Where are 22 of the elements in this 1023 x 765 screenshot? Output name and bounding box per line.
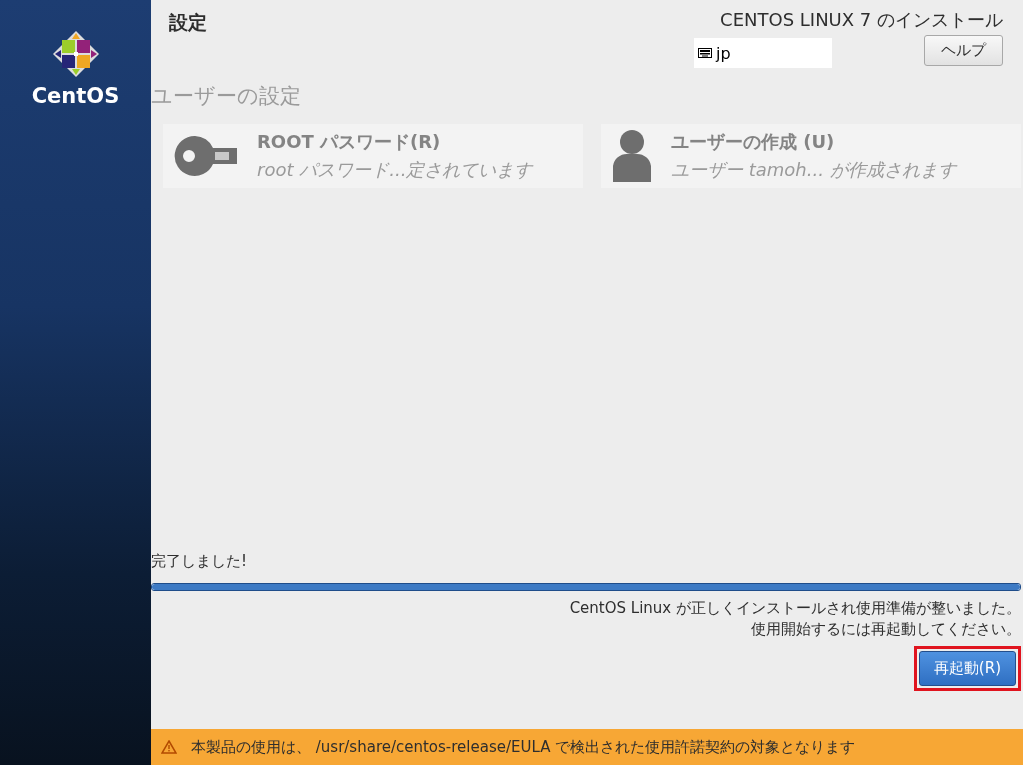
spoke-status: ユーザー tamoh... が作成されます (671, 158, 956, 182)
keyboard-icon (698, 48, 712, 58)
spoke-title: ROOT パスワード(R) (257, 130, 442, 154)
page-title: 設定 (169, 10, 207, 35)
completion-message: 使用開始するには再起動してください。 (750, 619, 1021, 640)
progress-status: 完了しました! (151, 552, 248, 571)
completion-message: CentOS Linux が正しくインストールされ使用準備が整いました。 (568, 598, 1021, 619)
keyboard-layout-indicator[interactable]: jp (694, 38, 832, 68)
user-icon (611, 130, 653, 182)
help-button[interactable]: ヘルプ (924, 35, 1003, 66)
reboot-button[interactable]: 再起動(R) (918, 651, 1016, 686)
section-title: ユーザーの設定 (151, 83, 302, 110)
logo-icon (51, 30, 100, 78)
spoke-title: ユーザーの作成 (U) (671, 130, 836, 154)
warning-icon (161, 740, 177, 754)
settings-spoke[interactable]: ユーザーの作成 (U) ユーザー tamoh... が作成されます (601, 124, 1021, 188)
warning-text: 本製品の使用は、 /usr/share/centos-release/EULA で検出された使用許諾契約の対象となります (191, 737, 856, 757)
install-title: CENTOS LINUX 7 のインストール (720, 8, 1003, 32)
logo-text: CentOS (31, 84, 120, 108)
settings-spoke[interactable]: ROOT パスワード(R) root パスワード...定されています (163, 124, 583, 188)
spoke-status: root パスワード...定されています (257, 158, 533, 182)
key-icon (173, 134, 239, 178)
